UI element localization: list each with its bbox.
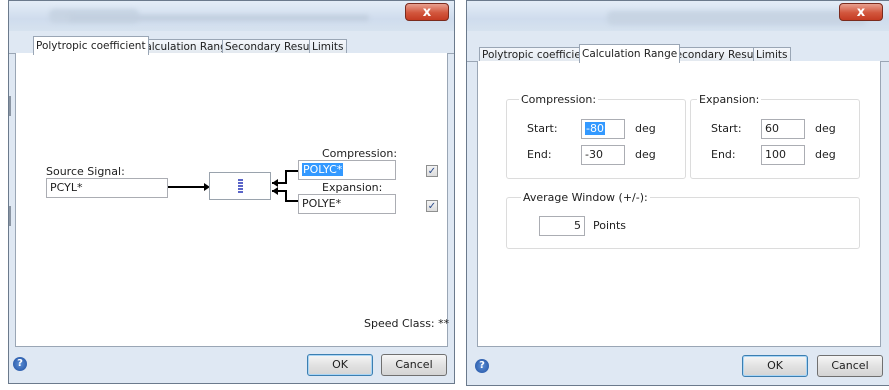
compression-value: POLYC* xyxy=(302,163,344,176)
source-signal-label: Source Signal: xyxy=(46,165,125,178)
tab-limits[interactable]: Limits xyxy=(753,47,791,62)
dialog-footer: ? OK Cancel xyxy=(467,347,889,385)
dialog-polytropic-coefficient: x Polytropic coefficient Calculation Ran… xyxy=(8,0,455,384)
dialog-calculation-range: x Polytropic coefficient Calculation Ran… xyxy=(466,0,889,386)
speed-class-text: Speed Class: ** xyxy=(364,317,450,330)
ok-button[interactable]: OK xyxy=(307,354,373,376)
average-window-title: Average Window (+/-): xyxy=(521,191,650,204)
tab-limits[interactable]: Limits xyxy=(309,39,347,54)
cancel-button[interactable]: Cancel xyxy=(381,354,447,376)
window-edge-mark xyxy=(9,96,11,116)
points-unit: Points xyxy=(593,219,627,232)
tab-panel: Source Signal: PCYL* Compression: POLYC*… xyxy=(15,53,450,347)
compression-label: Compression: xyxy=(322,147,398,160)
deg-unit: deg xyxy=(815,122,836,135)
source-signal-field[interactable]: PCYL* xyxy=(46,178,168,198)
compression-start-field[interactable]: -80 xyxy=(581,119,625,139)
expansion-group: Expansion: Start: 60 deg End: 100 deg xyxy=(690,93,860,179)
expansion-field[interactable]: POLYE* xyxy=(298,194,396,214)
help-icon[interactable]: ? xyxy=(475,359,489,373)
average-window-group: Average Window (+/-): 5 Points xyxy=(506,191,860,249)
compression-field[interactable]: POLYC* xyxy=(298,160,396,180)
expansion-checkbox[interactable]: ✓ xyxy=(426,200,438,212)
expansion-group-title: Expansion: xyxy=(697,93,762,106)
tab-polytropic-coefficient[interactable]: Polytropic coefficient xyxy=(33,36,149,55)
deg-unit: deg xyxy=(815,148,836,161)
expansion-end-field[interactable]: 100 xyxy=(761,145,805,165)
end-label: End: xyxy=(711,148,736,161)
calculation-block[interactable] xyxy=(209,172,271,200)
end-label: End: xyxy=(527,148,552,161)
block-icon xyxy=(238,179,243,193)
expansion-start-field[interactable]: 60 xyxy=(761,119,805,139)
close-button[interactable]: x xyxy=(405,3,449,21)
title-bar[interactable]: x xyxy=(9,1,454,31)
close-icon: x xyxy=(856,5,866,20)
tab-strip: Polytropic coefficient Calculation Range… xyxy=(9,33,454,55)
tab-strip: Polytropic coefficient Calculation Range… xyxy=(467,41,889,63)
deg-unit: deg xyxy=(635,148,656,161)
window-edge-mark xyxy=(9,206,11,226)
help-icon[interactable]: ? xyxy=(13,357,27,371)
compression-end-field[interactable]: -30 xyxy=(581,145,625,165)
ok-button[interactable]: OK xyxy=(742,355,808,377)
close-button[interactable]: x xyxy=(839,3,883,21)
compression-start-value: -80 xyxy=(585,122,605,135)
average-window-field[interactable]: 5 xyxy=(539,216,585,236)
close-icon: x xyxy=(422,5,432,20)
tab-calculation-range[interactable]: Calculation Range xyxy=(579,44,681,63)
compression-group: Compression: Start: -80 deg End: -30 deg xyxy=(506,93,686,179)
start-label: Start: xyxy=(711,122,742,135)
title-bar[interactable]: x xyxy=(467,1,889,31)
cancel-button[interactable]: Cancel xyxy=(817,355,883,377)
tab-panel: Compression: Start: -80 deg End: -30 deg… xyxy=(477,61,881,347)
start-label: Start: xyxy=(527,122,558,135)
expansion-label: Expansion: xyxy=(322,181,383,194)
tab-polytropic-coefficient[interactable]: Polytropic coefficient xyxy=(479,47,595,62)
compression-checkbox[interactable]: ✓ xyxy=(426,165,438,177)
title-blur xyxy=(69,15,369,21)
dialog-footer: ? OK Cancel xyxy=(9,347,454,383)
compression-group-title: Compression: xyxy=(519,93,599,106)
deg-unit: deg xyxy=(635,122,656,135)
title-blur xyxy=(607,11,867,25)
